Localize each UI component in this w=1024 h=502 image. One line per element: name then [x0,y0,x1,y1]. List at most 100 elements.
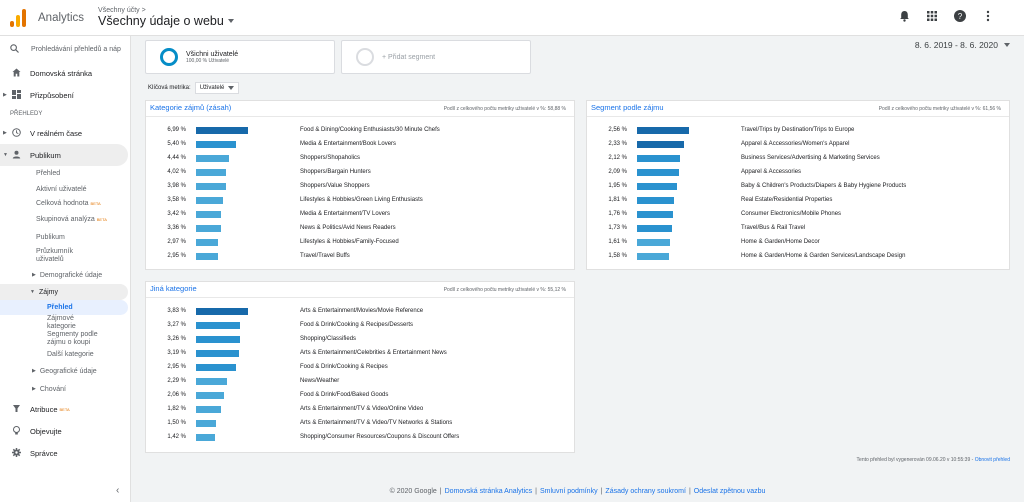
table-row[interactable]: 3,36 % News & Politics/Avid News Readers [146,221,574,235]
row-category-label[interactable]: News/Weather [300,378,339,384]
row-category-label[interactable]: Business Services/Advertising & Marketin… [741,155,880,161]
account-selector[interactable]: Všechny účty > Všechny údaje o webu [98,7,234,28]
table-row[interactable]: 2,56 % Travel/Trips by Destination/Trips … [587,123,1009,137]
row-category-label[interactable]: Arts & Entertainment/Movies/Movie Refere… [300,308,423,314]
footer-link-home[interactable]: Domovská stránka Analytics [445,488,533,495]
collapse-sidebar-icon[interactable]: ‹ [116,485,119,496]
row-category-label[interactable]: News & Politics/Avid News Readers [300,225,396,231]
key-metric-select[interactable]: Uživatelé [194,82,240,94]
table-row[interactable]: 3,26 % Shopping/Classifieds [146,332,574,346]
search-input[interactable]: Prohledávání přehledů a náp [31,46,121,53]
table-row[interactable]: 1,42 % Shopping/Consumer Resources/Coupon… [146,430,574,444]
row-category-label[interactable]: Lifestyles & Hobbies/Family-Focused [300,239,399,245]
help-icon[interactable]: ? [954,10,966,22]
sidebar-demographics[interactable]: ▶ Demografické údaje [0,266,130,284]
more-vert-icon[interactable] [982,10,994,22]
row-category-label[interactable]: Travel/Bus & Rail Travel [741,225,805,231]
row-category-label[interactable]: Home & Garden/Home Decor [741,239,820,245]
table-row[interactable]: 1,82 % Arts & Entertainment/TV & Video/On… [146,402,574,416]
panel-title[interactable]: Kategorie zájmů (zásah) [150,103,231,116]
refresh-report-link[interactable]: Obnovit přehled [975,457,1010,463]
segment-all-users[interactable]: Všichni uživatelé 100,00 % Uživatelé [145,40,335,74]
table-row[interactable]: 1,73 % Travel/Bus & Rail Travel [587,221,1009,235]
row-category-label[interactable]: Food & Dining/Cooking Enthusiasts/30 Min… [300,127,440,133]
table-row[interactable]: 5,40 % Media & Entertainment/Book Lovers [146,137,574,151]
view-selector[interactable]: Všechny údaje o webu [98,14,234,28]
sidebar-user-explorer[interactable]: Průzkumník uživatelů [0,246,95,266]
table-row[interactable]: 4,44 % Shoppers/Shopaholics [146,151,574,165]
row-category-label[interactable]: Travel/Trips by Destination/Trips to Eur… [741,127,854,133]
table-row[interactable]: 2,95 % Food & Drink/Cooking & Recipes [146,360,574,374]
table-row[interactable]: 1,81 % Real Estate/Residential Properties [587,193,1009,207]
row-category-label[interactable]: Media & Entertainment/Book Lovers [300,141,396,147]
sidebar-item-home[interactable]: Domovská stránka [0,62,130,84]
row-category-label[interactable]: Consumer Electronics/Mobile Phones [741,211,841,217]
table-row[interactable]: 2,97 % Lifestyles & Hobbies/Family-Focuse… [146,235,574,249]
row-category-label[interactable]: Arts & Entertainment/TV & Video/Online V… [300,406,423,412]
bell-icon[interactable] [898,10,910,22]
sidebar-interests-overview[interactable]: Přehled [0,300,128,315]
analytics-logo-icon[interactable] [10,8,26,27]
sidebar-other-categories[interactable]: Další kategorie [0,347,130,362]
row-category-label[interactable]: Shoppers/Bargain Hunters [300,169,371,175]
footer-link-terms[interactable]: Smluvní podmínky [540,488,598,495]
table-row[interactable]: 1,50 % Arts & Entertainment/TV & Video/TV… [146,416,574,430]
table-row[interactable]: 2,06 % Food & Drink/Food/Baked Goods [146,388,574,402]
sidebar-item-realtime[interactable]: ▶ V reálném čase [0,122,130,144]
breadcrumb[interactable]: Všechny účty > [98,7,234,14]
table-row[interactable]: 2,09 % Apparel & Accessories [587,165,1009,179]
table-row[interactable]: 6,99 % Food & Dining/Cooking Enthusiasts/… [146,123,574,137]
sidebar-geo[interactable]: ▶ Geografické údaje [0,362,130,380]
row-category-label[interactable]: Real Estate/Residential Properties [741,197,832,203]
table-row[interactable]: 1,76 % Consumer Electronics/Mobile Phones [587,207,1009,221]
row-category-label[interactable]: Home & Garden/Home & Garden Services/Lan… [741,253,905,259]
sidebar-behavior[interactable]: ▶ Chování [0,380,130,398]
row-category-label[interactable]: Apparel & Accessories [741,169,801,175]
table-row[interactable]: 2,95 % Travel/Travel Buffs [146,249,574,263]
row-category-label[interactable]: Shopping/Consumer Resources/Coupons & Di… [300,434,459,440]
sidebar-item-discover[interactable]: Objevujte [0,420,130,442]
row-category-label[interactable]: Shopping/Classifieds [300,336,356,342]
row-category-label[interactable]: Shoppers/Shopaholics [300,155,360,161]
row-category-label[interactable]: Food & Drink/Cooking & Recipes [300,364,388,370]
panel-title[interactable]: Segment podle zájmu [591,103,664,116]
footer-link-privacy[interactable]: Zásady ochrany soukromí [605,488,686,495]
row-category-label[interactable]: Media & Entertainment/TV Lovers [300,211,390,217]
table-row[interactable]: 1,61 % Home & Garden/Home Decor [587,235,1009,249]
sidebar-affinity-categories[interactable]: Zájmové kategorie [0,315,90,331]
table-row[interactable]: 3,98 % Shoppers/Value Shoppers [146,179,574,193]
sidebar-cohort-analysis[interactable]: Skupinová analýza BETA [0,214,130,230]
sidebar-item-admin[interactable]: Správce [0,442,130,464]
row-category-label[interactable]: Arts & Entertainment/TV & Video/TV Netwo… [300,420,452,426]
table-row[interactable]: 3,58 % Lifestyles & Hobbies/Green Living … [146,193,574,207]
table-row[interactable]: 2,33 % Apparel & Accessories/Women's Appa… [587,137,1009,151]
table-row[interactable]: 4,02 % Shoppers/Bargain Hunters [146,165,574,179]
row-category-label[interactable]: Arts & Entertainment/Celebrities & Enter… [300,350,447,356]
row-category-label[interactable]: Baby & Children's Products/Diapers & Bab… [741,183,906,189]
sidebar-interests[interactable]: ▼ Zájmy [0,284,128,300]
sidebar-item-attribution[interactable]: Atribuce BETA [0,398,130,420]
sidebar-item-audience[interactable]: ▼ Publikum [0,144,128,166]
row-category-label[interactable]: Apparel & Accessories/Women's Apparel [741,141,849,147]
table-row[interactable]: 2,12 % Business Services/Advertising & Ma… [587,151,1009,165]
sidebar-item-customization[interactable]: ▶ Přizpůsobení [0,84,130,106]
table-row[interactable]: 1,95 % Baby & Children's Products/Diapers… [587,179,1009,193]
row-category-label[interactable]: Travel/Travel Buffs [300,253,350,259]
apps-grid-icon[interactable] [926,10,938,22]
table-row[interactable]: 1,58 % Home & Garden/Home & Garden Servic… [587,249,1009,263]
table-row[interactable]: 3,19 % Arts & Entertainment/Celebrities &… [146,346,574,360]
table-row[interactable]: 2,29 % News/Weather [146,374,574,388]
row-category-label[interactable]: Food & Drink/Food/Baked Goods [300,392,388,398]
footer-link-feedback[interactable]: Odeslat zpětnou vazbu [694,488,766,495]
sidebar-audiences[interactable]: Publikum [0,230,130,246]
row-category-label[interactable]: Shoppers/Value Shoppers [300,183,370,189]
sidebar-active-users[interactable]: Aktivní uživatelé [0,182,130,198]
date-range-picker[interactable]: 8. 6. 2019 - 8. 6. 2020 [915,40,1010,50]
sidebar-search[interactable]: Prohledávání přehledů a náp [0,36,130,62]
table-row[interactable]: 3,83 % Arts & Entertainment/Movies/Movie … [146,304,574,318]
table-row[interactable]: 3,42 % Media & Entertainment/TV Lovers [146,207,574,221]
panel-title[interactable]: Jiná kategorie [150,284,197,297]
row-category-label[interactable]: Food & Drink/Cooking & Recipes/Desserts [300,322,413,328]
add-segment-button[interactable]: + Přidat segment [341,40,531,74]
table-row[interactable]: 3,27 % Food & Drink/Cooking & Recipes/Des… [146,318,574,332]
